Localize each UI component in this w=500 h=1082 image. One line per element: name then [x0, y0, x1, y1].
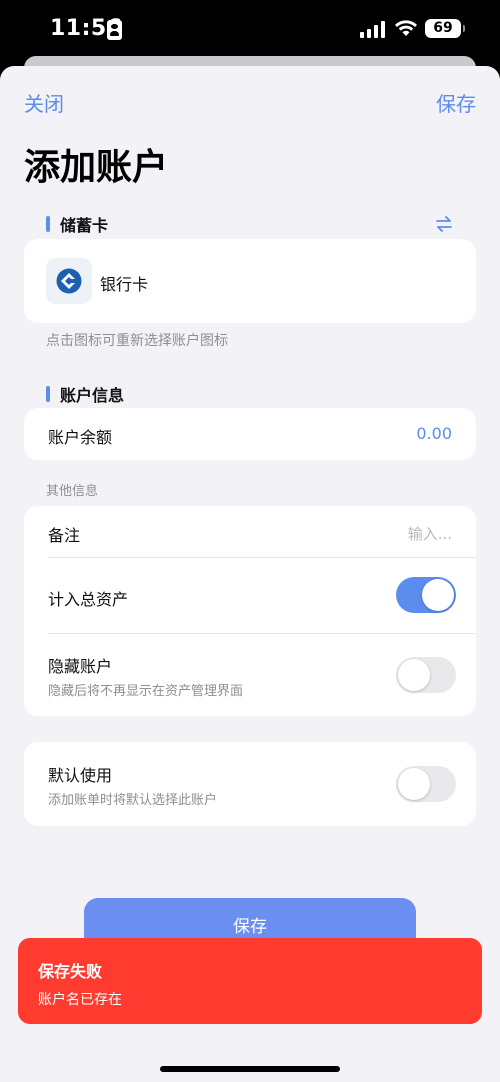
close-button[interactable]: 关闭	[24, 88, 64, 117]
account-type-card[interactable]: 银行卡	[24, 239, 476, 323]
contact-card-icon	[107, 20, 122, 40]
cellular-signal-icon	[360, 20, 386, 38]
balance-value[interactable]: 0.00	[416, 424, 452, 443]
toast-message: 账户名已存在	[38, 992, 122, 1008]
status-bar: 11:56 69	[0, 0, 500, 56]
error-toast[interactable]: 保存失败 账户名已存在	[18, 938, 482, 1024]
hide-account-toggle[interactable]	[396, 657, 456, 693]
hide-account-label: 隐藏账户	[48, 657, 113, 676]
note-label: 备注	[48, 526, 81, 545]
toggle-knob	[422, 579, 454, 611]
section-header-account-type: 储蓄卡	[46, 212, 108, 236]
other-info-card: 备注 输入... 计入总资产 隐藏账户 隐藏后将不再显示在资产管理界面	[24, 506, 476, 716]
wifi-icon	[395, 20, 417, 36]
toggle-knob	[398, 659, 430, 691]
balance-row[interactable]: 账户余额 0.00	[24, 408, 476, 460]
other-info-label: 其他信息	[46, 484, 99, 499]
divider	[48, 633, 476, 634]
nav-save-button[interactable]: 保存	[436, 88, 476, 117]
balance-label: 账户余额	[48, 428, 113, 447]
include-total-toggle[interactable]	[396, 577, 456, 613]
bank-name: 银行卡	[100, 275, 149, 294]
default-use-toggle[interactable]	[396, 766, 456, 802]
divider	[48, 557, 476, 558]
icon-hint-text: 点击图标可重新选择账户图标	[46, 333, 228, 349]
note-input[interactable]: 输入...	[408, 523, 452, 544]
page-title: 添加账户	[24, 147, 169, 188]
default-use-card: 默认使用 添加账单时将默认选择此账户	[24, 742, 476, 826]
include-total-label: 计入总资产	[48, 590, 129, 609]
section-header-account-info: 账户信息	[46, 382, 124, 406]
home-indicator[interactable]	[160, 1066, 340, 1072]
toggle-knob	[398, 768, 430, 800]
section-accent-bar	[46, 386, 50, 402]
add-account-sheet: 关闭 保存 添加账户 储蓄卡 银行卡 点击图标可重新选择账户图标 账户信息 账户…	[0, 66, 500, 1082]
swap-arrows-icon[interactable]	[434, 214, 454, 234]
battery-icon: 69	[425, 19, 465, 38]
section-label: 账户信息	[60, 386, 125, 405]
toast-title: 保存失败	[38, 962, 103, 981]
section-label: 储蓄卡	[60, 216, 109, 235]
hide-account-description: 隐藏后将不再显示在资产管理界面	[48, 684, 244, 699]
bank-logo-icon[interactable]	[46, 258, 92, 304]
default-use-description: 添加账单时将默认选择此账户	[48, 793, 218, 808]
default-use-label: 默认使用	[48, 766, 113, 785]
section-accent-bar	[46, 216, 50, 232]
